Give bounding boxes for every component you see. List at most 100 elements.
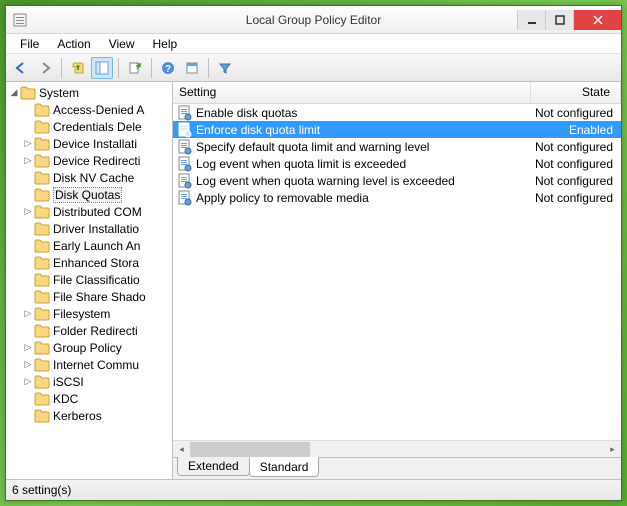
- tree-node[interactable]: ▷ Device Installati: [6, 135, 172, 152]
- tab-standard[interactable]: Standard: [249, 457, 320, 477]
- tree-node[interactable]: ▷Group Policy: [6, 339, 172, 356]
- close-button[interactable]: [573, 10, 621, 30]
- menu-view[interactable]: View: [101, 35, 143, 53]
- expander-icon[interactable]: [22, 410, 34, 422]
- policy-icon: [177, 122, 193, 138]
- minimize-button[interactable]: [517, 10, 545, 30]
- folder-icon: [34, 120, 50, 134]
- list-row[interactable]: Specify default quota limit and warning …: [173, 138, 621, 155]
- list-row[interactable]: Enable disk quotasNot configured: [173, 104, 621, 121]
- row-state-label: Enabled: [531, 123, 621, 137]
- row-setting-label: Apply policy to removable media: [196, 191, 531, 205]
- column-state[interactable]: State: [531, 82, 621, 103]
- policy-icon: [177, 105, 193, 121]
- tree-node[interactable]: File Share Shado: [6, 288, 172, 305]
- window-buttons: [517, 10, 621, 30]
- tree-node[interactable]: Enhanced Stora: [6, 254, 172, 271]
- tree-node[interactable]: ▷ Internet Commu: [6, 356, 172, 373]
- maximize-button[interactable]: [545, 10, 573, 30]
- expander-icon[interactable]: [22, 274, 34, 286]
- tree-node[interactable]: Kerberos: [6, 407, 172, 424]
- tree-label: Internet Commu: [53, 358, 139, 372]
- expander-icon[interactable]: [22, 291, 34, 303]
- expander-icon[interactable]: [22, 121, 34, 133]
- tree-node[interactable]: Folder Redirecti: [6, 322, 172, 339]
- tree-node[interactable]: ▷iSCSI: [6, 373, 172, 390]
- settings-panel: Setting State Enable disk quotasNot conf…: [173, 82, 621, 479]
- expander-icon[interactable]: [22, 104, 34, 116]
- bottom-tabs: Extended Standard: [173, 457, 621, 479]
- list-row[interactable]: Enforce disk quota limitEnabled: [173, 121, 621, 138]
- list-row[interactable]: Log event when quota warning level is ex…: [173, 172, 621, 189]
- folder-icon: [34, 273, 50, 287]
- titlebar: Local Group Policy Editor: [6, 6, 621, 34]
- toolbar-separator: [151, 58, 152, 78]
- filter-button[interactable]: [214, 57, 236, 79]
- tree-label: Device Installati: [53, 137, 137, 151]
- expander-icon[interactable]: ▷: [22, 359, 34, 371]
- policy-icon: [177, 156, 193, 172]
- menu-action[interactable]: Action: [49, 35, 98, 53]
- tree-node[interactable]: Access-Denied A: [6, 101, 172, 118]
- expander-icon[interactable]: [22, 325, 34, 337]
- list-row[interactable]: Log event when quota limit is exceededNo…: [173, 155, 621, 172]
- export-list-button[interactable]: [124, 57, 146, 79]
- folder-icon: [34, 239, 50, 253]
- tree-node[interactable]: Disk NV Cache: [6, 169, 172, 186]
- tree-label: File Share Shado: [53, 290, 146, 304]
- tree-node[interactable]: Driver Installatio: [6, 220, 172, 237]
- expander-icon[interactable]: ▷: [22, 155, 34, 167]
- tree-node[interactable]: ▷Device Redirecti: [6, 152, 172, 169]
- folder-icon: [34, 409, 50, 423]
- expander-icon[interactable]: [22, 172, 34, 184]
- tree-label: Kerberos: [53, 409, 102, 423]
- expander-icon[interactable]: [22, 393, 34, 405]
- tree-node-system[interactable]: ◢ System: [6, 84, 172, 101]
- toolbar-separator: [118, 58, 119, 78]
- horizontal-scrollbar[interactable]: ◂ ▸: [173, 440, 621, 457]
- expander-icon[interactable]: ▷: [22, 308, 34, 320]
- expander-icon[interactable]: [22, 223, 34, 235]
- scroll-right-icon[interactable]: ▸: [604, 441, 621, 458]
- expander-icon[interactable]: [22, 240, 34, 252]
- window: Local Group Policy Editor File Action Vi…: [5, 5, 622, 501]
- menu-help[interactable]: Help: [145, 35, 186, 53]
- content-area: ◢ System Access-Denied ACredentials Dele…: [6, 82, 621, 479]
- expander-icon[interactable]: ▷: [22, 342, 34, 354]
- svg-text:?: ?: [165, 64, 171, 75]
- tree-node[interactable]: File Classificatio: [6, 271, 172, 288]
- expander-icon[interactable]: ▷: [22, 376, 34, 388]
- scroll-thumb[interactable]: [190, 442, 310, 457]
- expander-icon[interactable]: ◢: [8, 87, 20, 99]
- scroll-left-icon[interactable]: ◂: [173, 441, 190, 458]
- tree-label: Access-Denied A: [53, 103, 144, 117]
- menu-file[interactable]: File: [12, 35, 47, 53]
- show-hide-tree-button[interactable]: [91, 57, 113, 79]
- tree-node[interactable]: ▷Distributed COM: [6, 203, 172, 220]
- policy-icon: [177, 190, 193, 206]
- back-button[interactable]: [10, 57, 32, 79]
- expander-icon[interactable]: [22, 257, 34, 269]
- tree-node[interactable]: KDC: [6, 390, 172, 407]
- properties-button[interactable]: [181, 57, 203, 79]
- list-header: Setting State: [173, 82, 621, 104]
- expander-icon[interactable]: ▷: [22, 206, 34, 218]
- tree-node[interactable]: Early Launch An: [6, 237, 172, 254]
- tree-node[interactable]: Disk Quotas: [6, 186, 172, 203]
- up-button[interactable]: [67, 57, 89, 79]
- tab-extended[interactable]: Extended: [177, 457, 250, 476]
- forward-button[interactable]: [34, 57, 56, 79]
- column-setting[interactable]: Setting: [173, 82, 531, 103]
- expander-icon[interactable]: [22, 189, 34, 201]
- expander-icon[interactable]: ▷: [22, 138, 34, 150]
- help-button[interactable]: ?: [157, 57, 179, 79]
- folder-icon: [34, 392, 50, 406]
- tree-label: Folder Redirecti: [53, 324, 138, 338]
- folder-icon: [34, 137, 50, 151]
- list-body[interactable]: Enable disk quotasNot configuredEnforce …: [173, 104, 621, 440]
- tree-label: File Classificatio: [53, 273, 140, 287]
- tree-scroll[interactable]: ◢ System Access-Denied ACredentials Dele…: [6, 82, 172, 479]
- tree-node[interactable]: Credentials Dele: [6, 118, 172, 135]
- tree-node[interactable]: ▷Filesystem: [6, 305, 172, 322]
- list-row[interactable]: Apply policy to removable mediaNot confi…: [173, 189, 621, 206]
